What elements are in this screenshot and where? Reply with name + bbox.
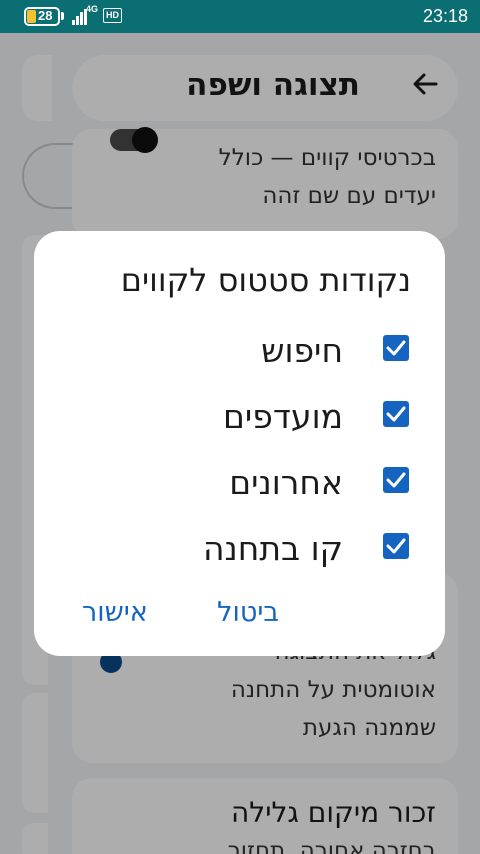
option-label: חיפוש bbox=[261, 331, 343, 370]
cancel-button[interactable]: ביטול bbox=[217, 597, 279, 628]
status-bar: 28 4G HD 23:18 bbox=[0, 0, 480, 33]
option-line-at-station[interactable]: קו בתחנה bbox=[69, 525, 409, 575]
checkbox-checked-icon[interactable] bbox=[383, 467, 409, 493]
option-favorites[interactable]: מועדפים bbox=[69, 393, 409, 443]
checkbox-checked-icon[interactable] bbox=[383, 533, 409, 559]
checkbox-checked-icon[interactable] bbox=[383, 401, 409, 427]
option-recent[interactable]: אחרונים bbox=[69, 459, 409, 509]
option-label: אחרונים bbox=[229, 463, 343, 502]
hd-icon: HD bbox=[103, 8, 122, 23]
battery-tip bbox=[61, 12, 64, 20]
option-label: מועדפים bbox=[223, 397, 343, 436]
dialog-title: נקודות סטטוס לקווים bbox=[120, 261, 411, 299]
checkbox-checked-icon[interactable] bbox=[383, 335, 409, 361]
confirm-button[interactable]: אישור bbox=[82, 597, 148, 628]
option-search[interactable]: חיפוש bbox=[69, 327, 409, 377]
status-dots-dialog: נקודות סטטוס לקווים חיפוש מועדפים אחרוני… bbox=[34, 231, 445, 656]
battery-level: 28 bbox=[38, 8, 53, 23]
network-type: 4G bbox=[86, 4, 99, 14]
clock: 23:18 bbox=[422, 6, 468, 26]
option-label: קו בתחנה bbox=[203, 529, 343, 568]
battery-icon: 28 bbox=[24, 7, 60, 26]
